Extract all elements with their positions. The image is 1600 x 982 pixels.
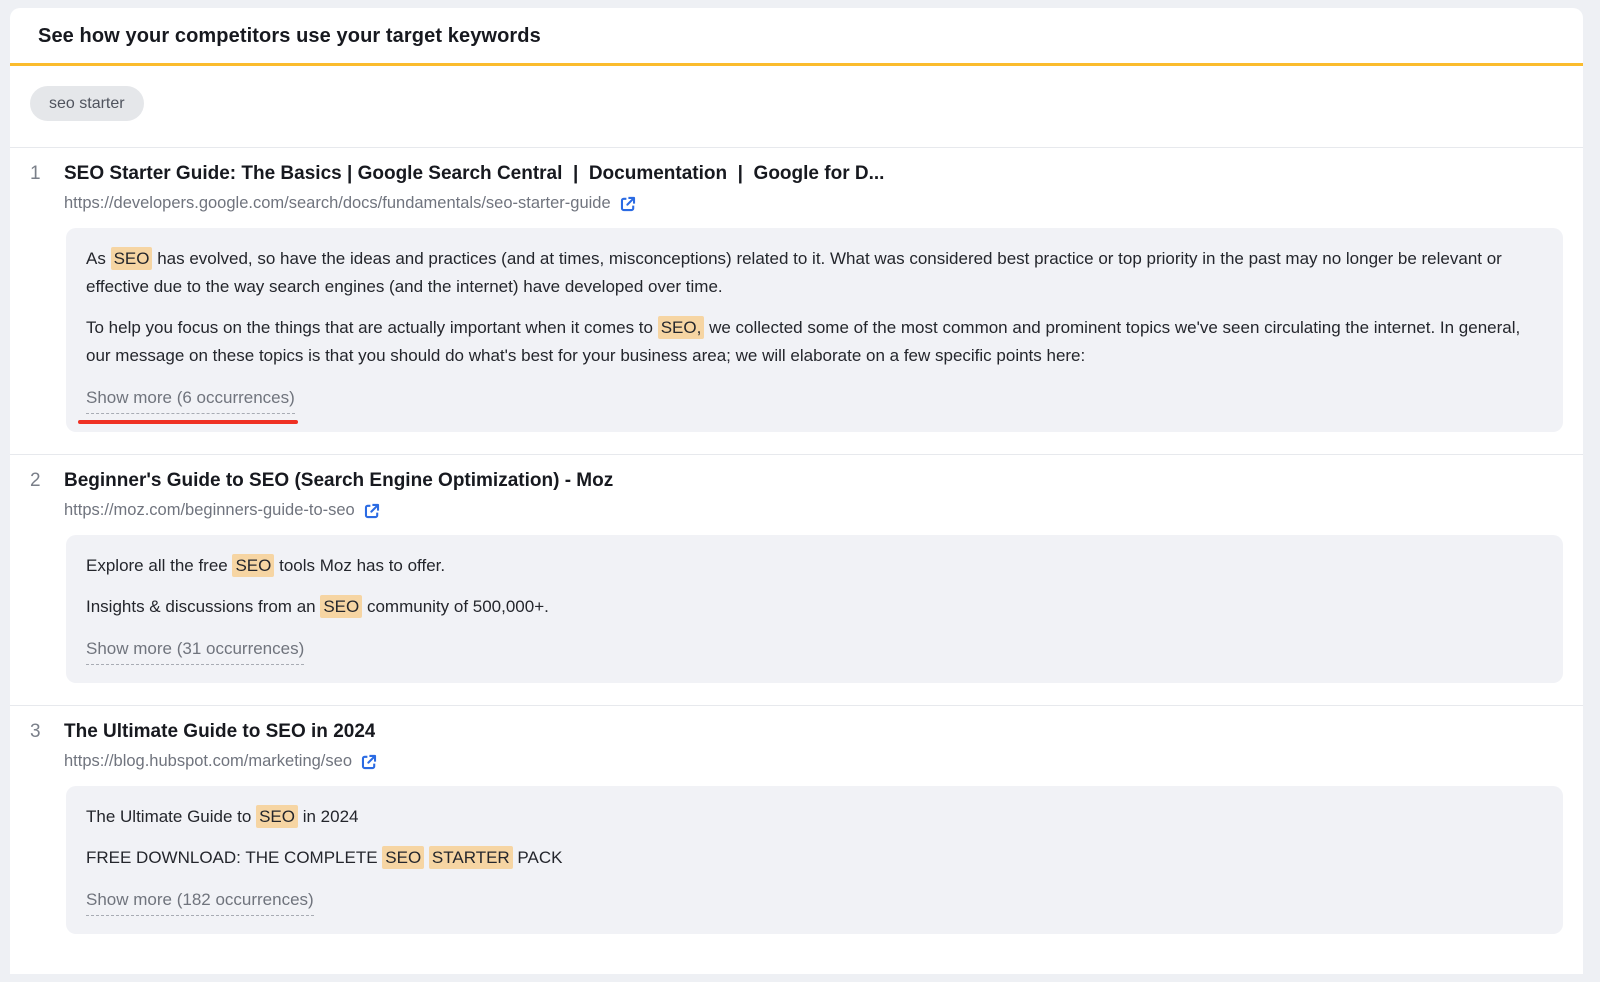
keyword-highlight: SEO [232,554,274,577]
snippet-paragraph: Insights & discussions from an SEO commu… [86,593,1543,621]
page-title: See how your competitors use your target… [38,25,1555,48]
external-link-icon[interactable] [619,195,637,213]
result-rank: 1 [30,163,64,185]
result-title: Beginner's Guide to SEO (Search Engine O… [64,468,613,494]
snippet-paragraph: The Ultimate Guide to SEO in 2024 [86,803,1543,831]
card-header: See how your competitors use your target… [10,8,1583,48]
result-head: 1 SEO Starter Guide: The Basics | Google… [30,161,1563,187]
snippet-box: The Ultimate Guide to SEO in 2024 FREE DO… [66,786,1563,934]
keyword-highlight: SEO [256,805,298,828]
snippet-paragraph: Explore all the free SEO tools Moz has t… [86,552,1543,580]
result-rank: 3 [30,721,64,743]
competitors-keywords-card: See how your competitors use your target… [10,8,1583,974]
red-annotation-line [78,420,298,424]
result-item: 2 Beginner's Guide to SEO (Search Engine… [10,454,1583,705]
result-rank: 2 [30,470,64,492]
results-list: 1 SEO Starter Guide: The Basics | Google… [10,148,1583,956]
keyword-highlight: STARTER [429,846,513,869]
show-more-link[interactable]: Show more (31 occurrences) [86,637,304,665]
snippet-paragraph: FREE DOWNLOAD: THE COMPLETE SEO STARTER … [86,844,1543,872]
result-item: 3 The Ultimate Guide to SEO in 2024 http… [10,705,1583,956]
keyword-highlight: SEO [111,247,153,270]
keyword-highlight: SEO [320,595,362,618]
external-link-icon[interactable] [363,502,381,520]
result-title: SEO Starter Guide: The Basics | Google S… [64,161,884,187]
snippet-paragraph: As SEO has evolved, so have the ideas an… [86,245,1543,301]
snippet-box: Explore all the free SEO tools Moz has t… [66,535,1563,683]
keyword-chip[interactable]: seo starter [30,86,144,121]
result-url-row: https://moz.com/beginners-guide-to-seo [64,499,1563,522]
show-more-wrap: Show more (31 occurrences) [86,635,304,665]
snippet-box: As SEO has evolved, so have the ideas an… [66,228,1563,432]
show-more-wrap: Show more (6 occurrences) [86,384,295,414]
result-item: 1 SEO Starter Guide: The Basics | Google… [10,148,1583,454]
result-url-text: https://developers.google.com/search/doc… [64,192,611,215]
show-more-link[interactable]: Show more (6 occurrences) [86,386,295,414]
result-url-row: https://developers.google.com/search/doc… [64,192,1563,215]
result-url-row: https://blog.hubspot.com/marketing/seo [64,750,1563,773]
show-more-wrap: Show more (182 occurrences) [86,886,314,916]
result-url-text: https://moz.com/beginners-guide-to-seo [64,499,355,522]
external-link-icon[interactable] [360,753,378,771]
result-url-text: https://blog.hubspot.com/marketing/seo [64,750,352,773]
result-title: The Ultimate Guide to SEO in 2024 [64,719,375,745]
snippet-paragraph: To help you focus on the things that are… [86,314,1543,370]
keyword-highlight: SEO [382,846,424,869]
result-head: 3 The Ultimate Guide to SEO in 2024 [30,719,1563,745]
keyword-highlight: SEO, [658,316,705,339]
result-head: 2 Beginner's Guide to SEO (Search Engine… [30,468,1563,494]
keyword-chip-row: seo starter [10,66,1583,148]
show-more-link[interactable]: Show more (182 occurrences) [86,888,314,916]
